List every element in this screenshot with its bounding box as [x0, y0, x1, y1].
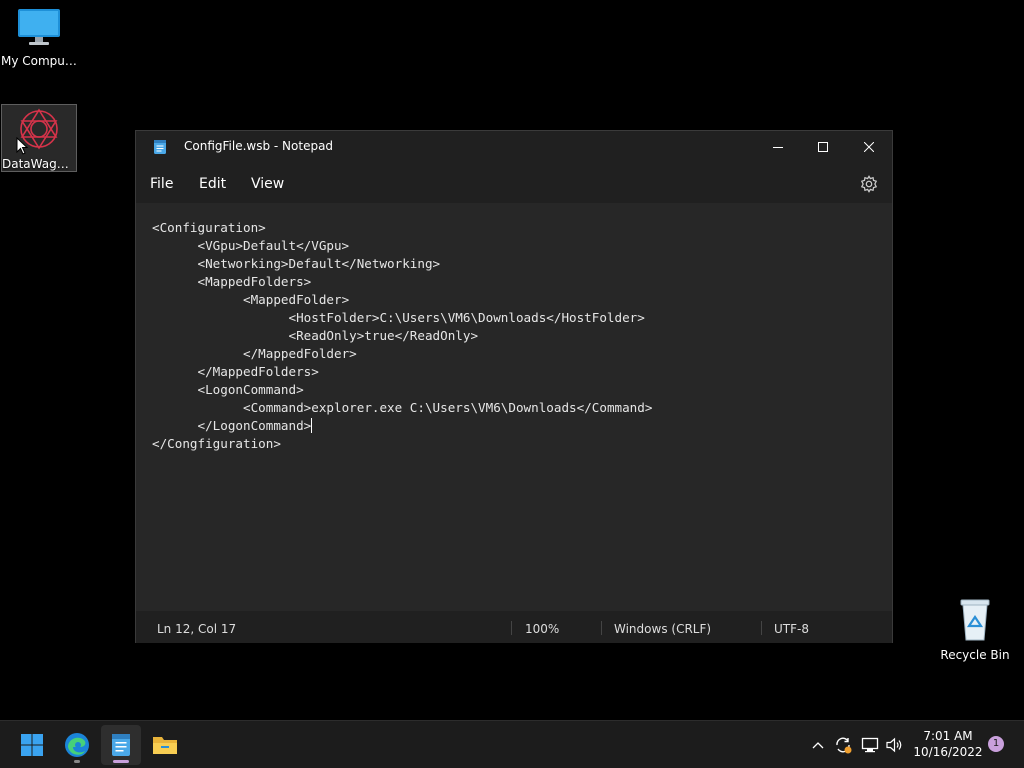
mouse-cursor-icon	[16, 137, 28, 155]
taskbar-clock[interactable]: 7:01 AM 10/16/2022	[912, 728, 984, 760]
desktop-icon-label: Recycle Bin	[940, 648, 1010, 662]
status-divider	[761, 621, 762, 635]
network-icon	[861, 737, 879, 753]
text-caret	[311, 418, 313, 433]
maximize-icon	[818, 142, 828, 152]
line-ending: Windows (CRLF)	[614, 622, 712, 636]
menu-view[interactable]: View	[251, 176, 284, 192]
editor-content[interactable]: <Configuration> <VGpu>Default</VGpu> <Ne…	[152, 219, 652, 453]
volume-tray-button[interactable]	[885, 735, 905, 755]
monitor-icon	[18, 9, 60, 45]
minimize-icon	[773, 147, 783, 148]
desktop-icon-label: My Computer	[1, 54, 77, 68]
clock-date: 10/16/2022	[913, 745, 983, 759]
taskbar-notepad[interactable]	[101, 725, 141, 765]
active-indicator	[113, 760, 129, 763]
file-explorer-icon	[153, 737, 177, 754]
taskbar: 7:01 AM 10/16/2022 1	[0, 720, 1024, 768]
notepad-icon	[154, 140, 166, 154]
desktop-icon-my-computer[interactable]: My Computer	[1, 8, 77, 68]
volume-icon	[886, 737, 902, 753]
maximize-button[interactable]	[800, 131, 846, 163]
clock-time: 7:01 AM	[923, 729, 973, 743]
menu-bar: File Edit View	[136, 167, 892, 201]
desktop-icon-datawagon[interactable]: DataWagon...	[1, 104, 77, 172]
gear-icon[interactable]	[860, 175, 878, 193]
close-icon	[864, 142, 874, 152]
status-divider	[601, 621, 602, 635]
network-tray-button[interactable]	[860, 735, 880, 755]
desktop-icon-label: DataWagon...	[2, 157, 76, 171]
title-bar[interactable]: ConfigFile.wsb - Notepad	[136, 131, 892, 163]
update-tray-button[interactable]	[833, 735, 853, 755]
close-button[interactable]	[846, 131, 892, 163]
chevron-up-icon	[812, 742, 824, 749]
menu-edit[interactable]: Edit	[199, 176, 226, 192]
menu-file[interactable]: File	[150, 176, 173, 192]
status-divider	[511, 621, 512, 635]
taskbar-file-explorer[interactable]	[145, 725, 185, 765]
desktop-icon-recycle-bin[interactable]: Recycle Bin	[937, 596, 1013, 662]
encoding: UTF-8	[774, 622, 809, 636]
edge-icon	[65, 733, 89, 757]
recycle-bin-icon	[960, 599, 990, 641]
taskbar-edge[interactable]	[57, 725, 97, 765]
zoom-level: 100%	[525, 622, 560, 636]
minimize-button[interactable]	[755, 131, 801, 163]
editor-text-tail: </Congfiguration>	[152, 436, 281, 451]
editor-text: <Configuration> <VGpu>Default</VGpu> <Ne…	[152, 220, 653, 433]
cursor-position: Ln 12, Col 17	[157, 622, 237, 636]
running-indicator	[74, 760, 80, 763]
start-button[interactable]	[12, 725, 52, 765]
update-icon	[836, 737, 852, 754]
notepad-window: ConfigFile.wsb - Notepad File Edit View …	[135, 130, 893, 643]
text-editor[interactable]: <Configuration> <VGpu>Default</VGpu> <Ne…	[136, 203, 892, 611]
notepad-icon	[112, 734, 130, 756]
show-hidden-icons-button[interactable]	[808, 735, 828, 755]
status-bar: Ln 12, Col 17 100% Windows (CRLF) UTF-8	[136, 613, 892, 643]
notification-badge[interactable]: 1	[988, 736, 1004, 752]
window-title: ConfigFile.wsb - Notepad	[184, 139, 334, 153]
start-icon	[21, 734, 43, 756]
